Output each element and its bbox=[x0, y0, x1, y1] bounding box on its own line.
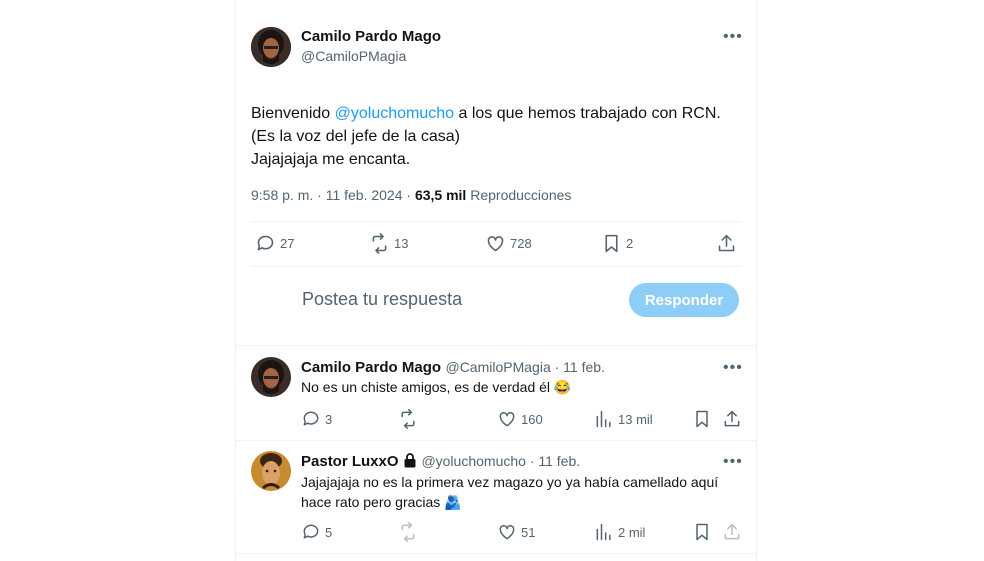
heart-icon bbox=[487, 236, 504, 252]
retweet-icon bbox=[401, 522, 415, 542]
tweet-timestamp[interactable]: 9:58 p. m. · 11 feb. 2024 · bbox=[251, 187, 415, 203]
like-count: 160 bbox=[521, 411, 543, 427]
reply-icon bbox=[257, 235, 274, 251]
tweet-text: Bienvenido @yoluchomucho a los que hemos… bbox=[251, 79, 731, 171]
more-icon[interactable]: ••• bbox=[723, 29, 743, 45]
author-handle[interactable]: @CamiloPMagia bbox=[301, 48, 406, 64]
reply-count: 27 bbox=[280, 236, 295, 251]
like-count: 51 bbox=[521, 524, 536, 540]
tweet-text-start: Bienvenido bbox=[251, 105, 335, 122]
like-action[interactable]: 728 bbox=[485, 233, 532, 254]
retweet-count: 13 bbox=[394, 236, 409, 251]
divider bbox=[236, 553, 756, 554]
view-count: 2 mil bbox=[618, 524, 646, 540]
avatar-image bbox=[251, 27, 291, 67]
conversation-column: Camilo Pardo Mago @CamiloPMagia ••• Bien… bbox=[235, 0, 757, 561]
bookmark-action[interactable]: 2 bbox=[601, 233, 633, 254]
reply-author-handle[interactable]: @CamiloPMagia · 11 feb. bbox=[445, 359, 604, 375]
lock-icon bbox=[404, 453, 416, 468]
bookmark-icon bbox=[605, 234, 618, 253]
share-action[interactable] bbox=[722, 522, 742, 542]
reply-input[interactable]: Postea tu respuesta bbox=[302, 289, 462, 310]
avatar-image bbox=[251, 451, 291, 491]
reply-avatar[interactable] bbox=[251, 451, 291, 491]
share-icon bbox=[724, 410, 740, 427]
like-action[interactable]: 160 bbox=[497, 409, 543, 429]
bookmark-icon bbox=[696, 523, 708, 541]
reply-action[interactable]: 3 bbox=[301, 409, 332, 429]
views-action[interactable]: 13 mil bbox=[594, 409, 653, 429]
mention-link[interactable]: @yoluchomucho bbox=[335, 105, 454, 122]
retweet-icon bbox=[401, 409, 415, 429]
reply-text: No es un chiste amigos, es de verdad él … bbox=[301, 379, 572, 395]
reply-icon bbox=[303, 524, 319, 539]
bookmark-icon bbox=[696, 410, 708, 428]
reply-author-name[interactable]: Pastor LuxxO bbox=[301, 453, 399, 470]
retweet-icon bbox=[372, 233, 387, 254]
reply-action[interactable]: 27 bbox=[255, 233, 294, 254]
share-action[interactable] bbox=[716, 233, 737, 254]
views-icon bbox=[596, 523, 611, 541]
retweet-action[interactable]: 13 bbox=[369, 233, 408, 254]
share-action[interactable] bbox=[722, 409, 742, 429]
reply-author-handle[interactable]: @yoluchomucho · 11 feb. bbox=[421, 453, 580, 469]
bookmark-count: 2 bbox=[626, 236, 634, 251]
avatar-image bbox=[251, 357, 291, 397]
tweet-meta: 9:58 p. m. · 11 feb. 2024 · 63,5 mil Rep… bbox=[251, 187, 571, 203]
heart-icon bbox=[499, 411, 515, 427]
reply-button[interactable]: Responder bbox=[629, 283, 739, 317]
views-label: Reproducciones bbox=[466, 187, 572, 203]
retweet-action[interactable] bbox=[398, 522, 418, 542]
divider bbox=[251, 221, 741, 222]
view-count: 13 mil bbox=[618, 411, 653, 427]
more-icon[interactable]: ••• bbox=[723, 360, 743, 376]
like-count: 728 bbox=[510, 236, 532, 251]
reply-avatar[interactable] bbox=[251, 357, 291, 397]
views-action[interactable]: 2 mil bbox=[594, 522, 645, 542]
view-count: 63,5 mil bbox=[414, 187, 467, 203]
author-avatar[interactable] bbox=[251, 27, 291, 67]
share-icon bbox=[724, 523, 740, 540]
reply-author-name[interactable]: Camilo Pardo Mago bbox=[301, 359, 441, 376]
heart-icon bbox=[499, 524, 515, 540]
reply-action[interactable]: 5 bbox=[301, 522, 332, 542]
like-action[interactable]: 51 bbox=[497, 522, 535, 542]
author-name[interactable]: Camilo Pardo Mago bbox=[301, 28, 441, 45]
reply-text: Jajajajaja no es la primera vez magazo y… bbox=[301, 474, 719, 510]
divider bbox=[251, 266, 741, 267]
divider bbox=[236, 345, 756, 346]
bookmark-action[interactable] bbox=[692, 522, 712, 542]
reply-count: 3 bbox=[325, 411, 333, 427]
share-icon bbox=[718, 234, 735, 252]
divider bbox=[236, 440, 756, 441]
bookmark-action[interactable] bbox=[692, 409, 712, 429]
more-icon[interactable]: ••• bbox=[723, 454, 743, 470]
reply-header: Pastor LuxxO @yoluchomucho · 11 feb. bbox=[301, 453, 580, 471]
views-icon bbox=[596, 410, 611, 428]
reply-icon bbox=[303, 411, 319, 426]
reply-header: Camilo Pardo Mago @CamiloPMagia · 11 feb… bbox=[301, 359, 605, 377]
reply-count: 5 bbox=[325, 524, 333, 540]
retweet-action[interactable] bbox=[398, 409, 418, 429]
